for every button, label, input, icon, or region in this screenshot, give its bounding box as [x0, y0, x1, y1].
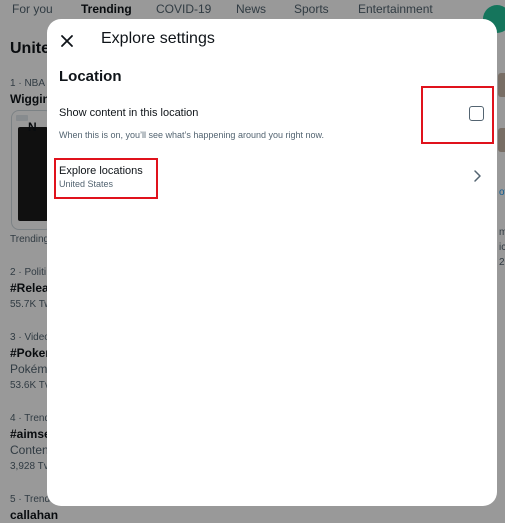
- chevron-right-icon: [474, 170, 481, 182]
- explore-locations-label: Explore locations: [59, 165, 143, 177]
- close-icon: [61, 35, 73, 47]
- setting-label: Show content in this location: [59, 107, 199, 119]
- section-title: Location: [59, 68, 122, 85]
- dialog-title: Explore settings: [101, 30, 215, 47]
- show-content-checkbox[interactable]: [469, 106, 484, 121]
- show-content-setting[interactable]: Show content in this location When this …: [47, 101, 497, 141]
- setting-description: When this is on, you’ll see what’s happe…: [59, 130, 324, 140]
- explore-locations-value: United States: [59, 179, 114, 189]
- close-button[interactable]: [57, 31, 77, 51]
- explore-settings-dialog: Explore settings Location Show content i…: [47, 19, 497, 506]
- explore-locations-row[interactable]: Explore locations United States: [47, 158, 497, 196]
